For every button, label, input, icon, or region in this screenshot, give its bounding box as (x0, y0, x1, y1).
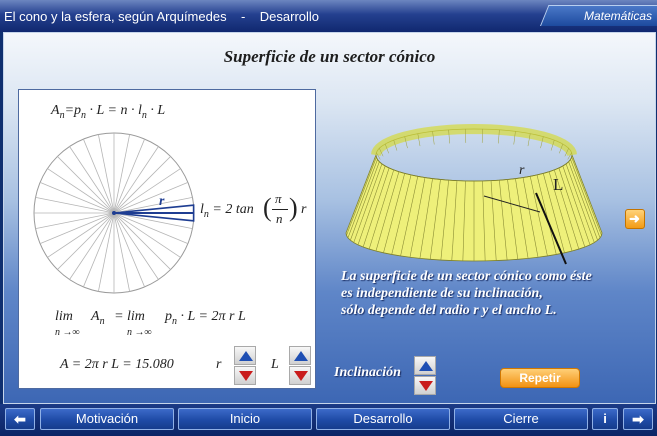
formula-sub: n (203, 208, 209, 220)
area-result: A = 2π r L = 15.080 (60, 357, 174, 372)
formula-text: p (165, 309, 172, 324)
fraction-bar (272, 209, 288, 210)
L-stepper (289, 346, 311, 386)
bottom-navigation: ⬅ Motivación Inicio Desarrollo Cierre i … (0, 404, 657, 436)
arrow-right-icon: ➡ (632, 411, 644, 427)
description-line: es independiente de su inclinación, (341, 286, 543, 301)
r-stepper (234, 346, 256, 386)
arrow-up-icon (294, 351, 308, 361)
next-step-button[interactable]: ➜ (625, 209, 645, 229)
description-line: sólo depende del radio r y el ancho L. (341, 303, 557, 318)
r-increase-button[interactable] (234, 346, 256, 365)
arrow-right-icon: ➜ (629, 211, 640, 226)
formula-sub: n (141, 109, 147, 121)
arrow-left-icon: ⬅ (14, 411, 26, 427)
formula-text: · L (150, 103, 166, 118)
radius-line (57, 212, 115, 270)
area-formula: An=pn · L = n · ln · L (51, 103, 165, 121)
next-page-button[interactable]: ➡ (623, 408, 653, 430)
formula-text: =p (64, 103, 82, 118)
center-point (112, 211, 116, 215)
formula-text: = 2 tan (212, 202, 254, 217)
nav-inicio-button[interactable]: Inicio (178, 408, 312, 430)
formula-text: · L = 2π r L (180, 309, 246, 324)
limit-perimeter: pn · L = 2π r L (165, 309, 246, 327)
L-increase-button[interactable] (289, 346, 311, 365)
limit-1: lim (55, 309, 73, 324)
formula-sub: n (99, 315, 105, 327)
fraction-numerator: π (275, 191, 282, 206)
description-text: La superficie de un sector cónico como é… (341, 268, 647, 319)
L-control-label: L (271, 357, 279, 372)
paren-right: ) (289, 193, 298, 222)
formula-text: A (91, 309, 100, 324)
side-length-formula: ln = 2 tan (200, 202, 254, 220)
arrow-up-icon (239, 351, 253, 361)
arrow-down-icon (294, 371, 308, 381)
inclination-label: Inclinación (334, 365, 401, 380)
limit-2: lim (127, 309, 145, 324)
formula-sub: n (81, 109, 87, 121)
radius-label: r (159, 194, 165, 209)
formula-r: r (301, 202, 307, 217)
description-line: La superficie de un sector cónico como é… (341, 269, 592, 284)
subject-label: Matemáticas (583, 9, 652, 23)
main-content: Superficie de un sector cónico An=pn · L… (3, 32, 656, 404)
cone-L-label: L (553, 175, 564, 194)
info-button[interactable]: i (592, 408, 618, 430)
formula-text: · L = n · l (89, 103, 142, 118)
nav-motivacion-button[interactable]: Motivación (40, 408, 174, 430)
inclination-decrease-button[interactable] (414, 376, 436, 395)
arrow-down-icon (239, 371, 253, 381)
r-decrease-button[interactable] (234, 366, 256, 385)
polygon-circle-diagram (33, 132, 195, 294)
section-title: Superficie de un sector cónico (223, 47, 436, 66)
nav-cierre-button[interactable]: Cierre (454, 408, 588, 430)
limit-area: An = (91, 309, 124, 327)
formula-text: A (51, 103, 60, 118)
limit-1-sub: n →∞ (55, 327, 80, 338)
nav-desarrollo-button[interactable]: Desarrollo (316, 408, 450, 430)
page-title: El cono y la esfera, según Arquímedes - … (4, 9, 320, 24)
app-window: El cono y la esfera, según Arquímedes - … (0, 0, 657, 436)
radius-line (113, 212, 171, 270)
title-bar: El cono y la esfera, según Arquímedes - … (0, 0, 657, 32)
formula-text: = (114, 309, 124, 324)
paren-left: ( (263, 193, 272, 222)
formula-sub: n (172, 315, 177, 327)
cone-inner-wall (371, 123, 577, 156)
inclination-increase-button[interactable] (414, 356, 436, 375)
r-control-label: r (216, 357, 222, 372)
fraction-denominator: n (276, 211, 283, 226)
L-decrease-button[interactable] (289, 366, 311, 385)
formula-panel: An=pn · L = n · ln · L r ln = 2 tan ( π … (18, 89, 316, 389)
arrow-up-icon (419, 361, 433, 371)
repeat-button[interactable]: Repetir (500, 368, 580, 388)
limit-2-sub: n →∞ (127, 327, 152, 338)
radius-line (57, 156, 115, 214)
arrow-down-icon (419, 381, 433, 391)
cone-r-label: r (519, 163, 525, 178)
prev-page-button[interactable]: ⬅ (5, 408, 35, 430)
inclination-stepper (414, 356, 436, 396)
conic-sector-diagram (345, 123, 603, 265)
